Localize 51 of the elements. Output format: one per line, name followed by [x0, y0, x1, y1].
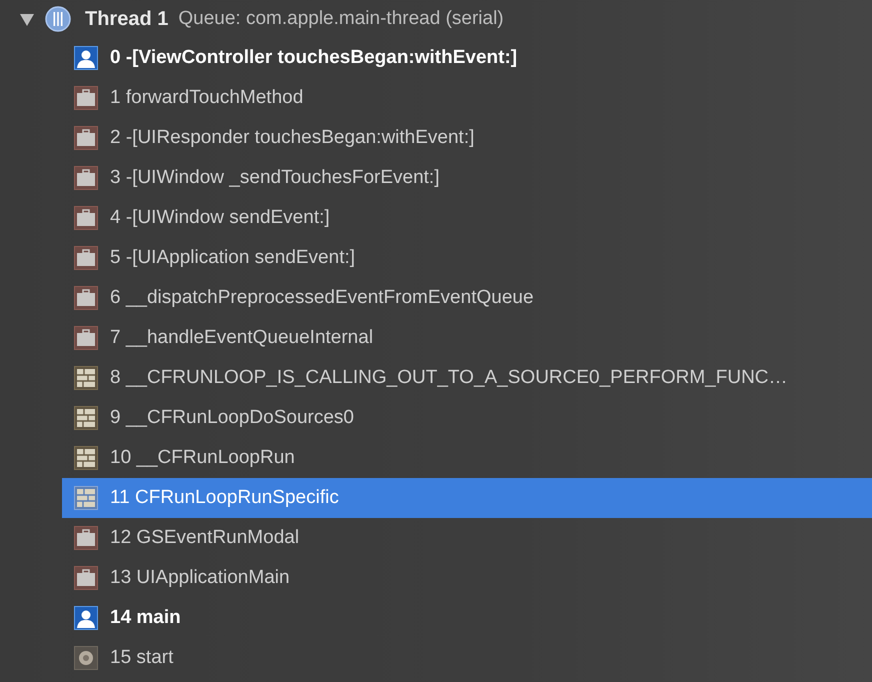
stack-frame-row[interactable]: 1 forwardTouchMethod — [62, 78, 872, 118]
frame-label: 12 GSEventRunModal — [110, 527, 300, 549]
person-icon — [74, 606, 98, 630]
stack-frame-row[interactable]: 12 GSEventRunModal — [62, 518, 872, 558]
frame-label: 0 -[ViewController touchesBegan:withEvent:] — [110, 47, 518, 69]
frame-label: 4 -[UIWindow sendEvent:] — [110, 207, 330, 229]
briefcase-icon — [74, 286, 98, 310]
briefcase-icon — [74, 526, 98, 550]
thread-icon — [45, 6, 71, 32]
frame-label: 3 -[UIWindow _sendTouchesForEvent:] — [110, 167, 440, 189]
brick-icon — [74, 486, 98, 510]
disclosure-triangle-icon[interactable] — [19, 11, 35, 27]
brick-icon — [74, 446, 98, 470]
briefcase-icon — [74, 246, 98, 270]
frame-label: 11 CFRunLoopRunSpecific — [110, 487, 339, 509]
queue-label: Queue: com.apple.main-thread (serial) — [178, 8, 504, 30]
frame-label: 13 UIApplicationMain — [110, 567, 290, 589]
stack-frame-row[interactable]: 7 __handleEventQueueInternal — [62, 318, 872, 358]
frame-label: 14 main — [110, 607, 181, 629]
frame-label: 5 -[UIApplication sendEvent:] — [110, 247, 356, 269]
stack-frame-row[interactable]: 9 __CFRunLoopDoSources0 — [62, 398, 872, 438]
stack-frame-row[interactable]: 3 -[UIWindow _sendTouchesForEvent:] — [62, 158, 872, 198]
stack-frame-row[interactable]: 15 start — [62, 638, 872, 678]
brick-icon — [74, 406, 98, 430]
frame-label: 9 __CFRunLoopDoSources0 — [110, 407, 354, 429]
stack-frame-row[interactable]: 0 -[ViewController touchesBegan:withEvent:] — [62, 38, 872, 78]
stack-frame-row[interactable]: 11 CFRunLoopRunSpecific — [62, 478, 872, 518]
frame-label: 6 __dispatchPreprocessedEventFromEventQueue — [110, 287, 534, 309]
briefcase-icon — [74, 566, 98, 590]
stack-frame-row[interactable]: 5 -[UIApplication sendEvent:] — [62, 238, 872, 278]
stack-frame-row[interactable]: 8 __CFRUNLOOP_IS_CALLING_OUT_TO_A_SOURCE0_PERFORM_FUNC… — [62, 358, 872, 398]
frame-label: 10 __CFRunLoopRun — [110, 447, 295, 469]
frame-label: 15 start — [110, 647, 174, 669]
frame-label: 7 __handleEventQueueInternal — [110, 327, 374, 349]
frame-label: 8 __CFRUNLOOP_IS_CALLING_OUT_TO_A_SOURCE0_PERFORM_FUNC… — [110, 367, 788, 389]
person-icon — [74, 46, 98, 70]
stack-frame-row[interactable]: 4 -[UIWindow sendEvent:] — [62, 198, 872, 238]
briefcase-icon — [74, 326, 98, 350]
briefcase-icon — [74, 126, 98, 150]
stack-frame-row[interactable]: 6 __dispatchPreprocessedEventFromEventQueue — [62, 278, 872, 318]
thread-title: Thread 1 — [85, 8, 168, 30]
stack-frame-row[interactable]: 10 __CFRunLoopRun — [62, 438, 872, 478]
stack-frame-row[interactable]: 13 UIApplicationMain — [62, 558, 872, 598]
frame-label: 1 forwardTouchMethod — [110, 87, 304, 109]
briefcase-icon — [74, 206, 98, 230]
frame-label: 2 -[UIResponder touchesBegan:withEvent:] — [110, 127, 474, 149]
stack-frame-row[interactable]: 14 main — [62, 598, 872, 638]
brick-icon — [74, 366, 98, 390]
briefcase-icon — [74, 166, 98, 190]
briefcase-icon — [74, 86, 98, 110]
stack-frame-row[interactable]: 2 -[UIResponder touchesBegan:withEvent:] — [62, 118, 872, 158]
